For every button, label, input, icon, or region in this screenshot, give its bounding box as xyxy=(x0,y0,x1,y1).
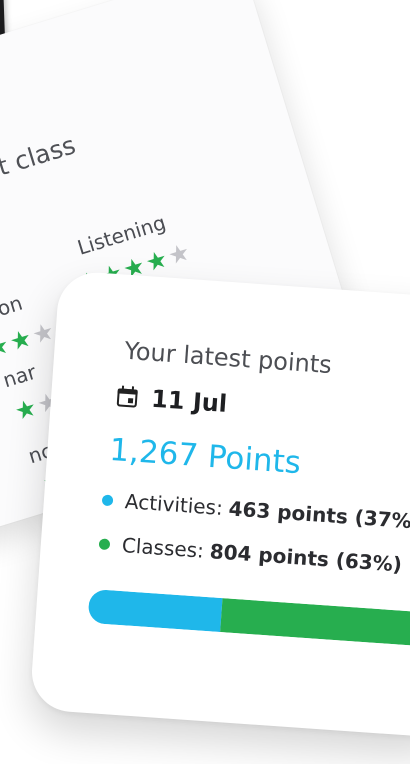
skill-label-pronunciation: tion xyxy=(0,290,26,325)
skill-label-grammar: nar xyxy=(0,359,39,393)
date-row: 11 Jul xyxy=(116,382,228,418)
activities-dot-icon xyxy=(101,494,114,506)
activities-value: 463 points (37% xyxy=(227,496,410,534)
classes-dot-icon xyxy=(98,537,111,550)
points-date: 11 Jul xyxy=(150,384,229,418)
classes-label: Classes: xyxy=(121,533,205,563)
points-total: 1,267 Points xyxy=(108,431,303,482)
classes-legend: Classes: 804 points (63%) xyxy=(98,531,403,577)
points-progress-bar xyxy=(87,588,410,648)
classes-value: 804 points (63%) xyxy=(209,539,403,577)
latest-points-card: Your latest points 11 Jul 1,267 Points A… xyxy=(29,270,410,739)
activities-bar-segment xyxy=(87,588,223,633)
classes-bar-segment xyxy=(220,598,410,648)
latest-points-heading: Your latest points xyxy=(123,336,333,380)
activities-label: Activities: xyxy=(124,489,224,520)
activities-legend: Activities: 463 points (37% xyxy=(101,488,410,534)
calendar-icon xyxy=(116,385,140,408)
skill-stars-pronunciation: ★★★ xyxy=(0,316,59,363)
last-class-title: last class xyxy=(0,130,79,192)
